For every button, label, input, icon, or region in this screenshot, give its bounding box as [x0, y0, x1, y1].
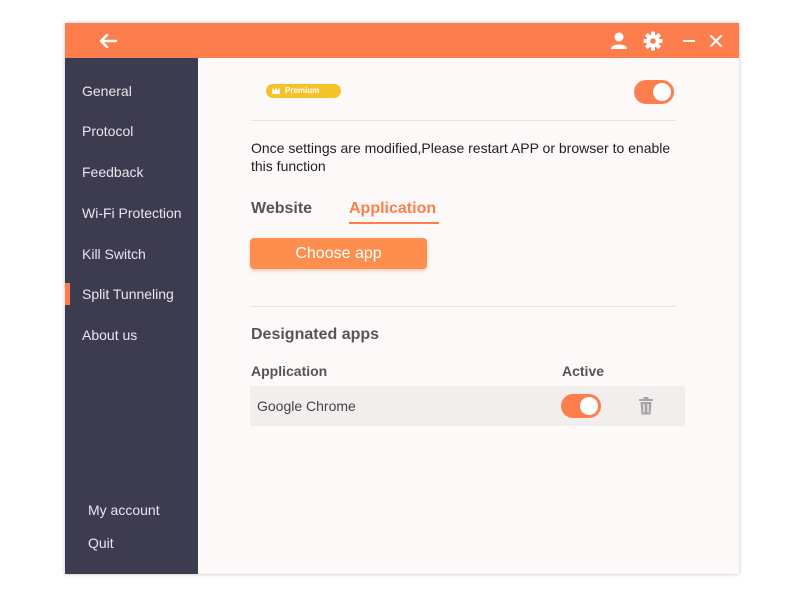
restart-notice: Once settings are modified,Please restar…	[251, 140, 671, 171]
tab-application[interactable]: Application	[349, 200, 436, 222]
sidebar-item-about-us[interactable]: About us	[65, 321, 198, 349]
gear-icon[interactable]	[642, 30, 664, 52]
back-arrow-icon[interactable]	[97, 30, 119, 52]
app-active-toggle[interactable]	[561, 394, 601, 418]
designated-apps-title: Designated apps	[251, 326, 380, 343]
split-tunneling-panel: Premium Once settings are modified,Pleas…	[198, 58, 739, 574]
minimize-icon[interactable]	[678, 30, 700, 52]
my-account-link[interactable]: My account	[65, 498, 198, 522]
column-header-active: Active	[562, 363, 605, 379]
app-window: General Protocol Feedback Wi-Fi Protecti…	[65, 23, 739, 574]
close-icon[interactable]	[705, 30, 727, 52]
sidebar-item-feedback[interactable]: Feedback	[65, 158, 198, 186]
active-tab-indicator	[349, 222, 439, 224]
sidebar-item-kill-switch[interactable]: Kill Switch	[65, 240, 198, 268]
table-row: Google Chrome	[250, 386, 685, 426]
choose-app-button[interactable]: Choose app	[250, 238, 427, 269]
divider	[251, 120, 676, 121]
premium-badge: Premium	[266, 84, 341, 98]
split-tunneling-toggle[interactable]	[634, 80, 674, 104]
sidebar-item-general[interactable]: General	[65, 77, 198, 105]
sidebar-item-wifi-protection[interactable]: Wi-Fi Protection	[65, 199, 198, 227]
sidebar: General Protocol Feedback Wi-Fi Protecti…	[65, 58, 198, 574]
user-icon[interactable]	[608, 30, 630, 52]
crown-icon	[271, 85, 281, 96]
sidebar-item-split-tunneling[interactable]: Split Tunneling	[65, 280, 198, 308]
toggle-knob	[653, 83, 671, 101]
tab-website[interactable]: Website	[251, 200, 312, 222]
premium-label: Premium	[285, 86, 320, 95]
trash-icon[interactable]	[638, 396, 654, 416]
column-header-application: Application	[251, 363, 328, 379]
app-name: Google Chrome	[257, 398, 356, 414]
divider	[251, 306, 676, 307]
sidebar-item-protocol[interactable]: Protocol	[65, 117, 198, 145]
toggle-knob	[580, 397, 598, 415]
quit-link[interactable]: Quit	[65, 531, 198, 555]
title-bar	[65, 23, 739, 58]
